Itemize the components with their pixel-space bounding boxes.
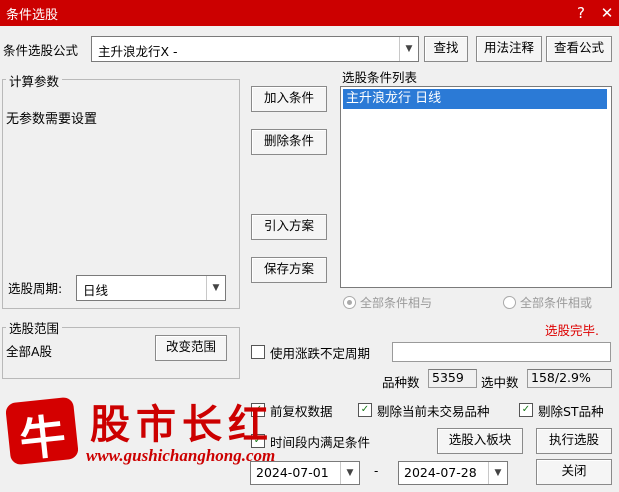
time-range-label: 时间段内满足条件 — [270, 435, 371, 450]
selected-value: 158/2.9% — [527, 369, 612, 388]
window-title: 条件选股 — [6, 8, 59, 23]
usage-button[interactable]: 用法注释 — [476, 36, 542, 62]
close-icon[interactable]: ✕ — [596, 2, 618, 24]
to-block-button[interactable]: 选股入板块 — [437, 428, 523, 454]
period-label: 选股周期: — [8, 281, 63, 296]
radio-and[interactable] — [343, 296, 356, 309]
selected-label: 选中数 — [481, 375, 519, 390]
formula-label: 条件选股公式 — [3, 43, 79, 58]
chevron-down-icon[interactable]: ▼ — [399, 37, 418, 61]
count-value: 5359 — [428, 369, 477, 388]
chevron-down-icon[interactable]: ▼ — [340, 462, 359, 484]
date-separator: - — [374, 464, 379, 478]
chevron-down-icon[interactable]: ▼ — [206, 276, 225, 300]
watermark-url: www.gushichanghong.com — [86, 446, 276, 465]
radio-or-label: 全部条件相或 — [520, 296, 593, 310]
list-item[interactable]: 主升浪龙行 日线 — [343, 89, 607, 109]
period-value: 日线 — [83, 283, 109, 298]
count-label: 品种数 — [382, 375, 420, 390]
exclude-st-checkbox[interactable]: ✓ — [519, 403, 533, 417]
import-plan-button[interactable]: 引入方案 — [251, 214, 327, 240]
radio-and-label: 全部条件相与 — [360, 296, 433, 310]
formula-value: 主升浪龙行X - — [98, 44, 178, 59]
formula-select[interactable]: 主升浪龙行X - ▼ — [91, 36, 419, 62]
view-formula-button[interactable]: 查看公式 — [546, 36, 612, 62]
close-button[interactable]: 关闭 — [536, 459, 612, 485]
title-bar — [0, 0, 619, 26]
status-text: 选股完毕. — [545, 323, 599, 338]
indeterminate-period-label: 使用涨跌不定周期 — [270, 346, 371, 361]
save-plan-button[interactable]: 保存方案 — [251, 257, 327, 283]
scope-group-title: 选股范围 — [6, 318, 63, 337]
help-icon[interactable]: ? — [570, 2, 592, 24]
indeterminate-period-checkbox[interactable] — [251, 345, 265, 359]
watermark-name: 股市长红 — [90, 401, 274, 448]
radio-or[interactable] — [503, 296, 516, 309]
period-input[interactable] — [392, 342, 611, 362]
exclude-untraded-checkbox[interactable]: ✓ — [358, 403, 372, 417]
end-date: 2024-07-28 — [404, 465, 477, 480]
execute-button[interactable]: 执行选股 — [536, 428, 612, 454]
change-scope-button[interactable]: 改变范围 — [155, 335, 227, 361]
logo-badge: 牛 — [4, 396, 80, 467]
condition-list-label: 选股条件列表 — [342, 70, 418, 85]
condition-list[interactable]: 主升浪龙行 日线 — [340, 86, 612, 288]
params-group-title: 计算参数 — [6, 71, 63, 90]
params-text: 无参数需要设置 — [6, 112, 98, 127]
exclude-st-label: 剔除ST品种 — [538, 404, 604, 419]
delete-condition-button[interactable]: 删除条件 — [251, 129, 327, 155]
start-date: 2024-07-01 — [256, 465, 329, 480]
find-button[interactable]: 查找 — [424, 36, 468, 62]
period-select[interactable]: 日线 ▼ — [76, 275, 226, 301]
scope-value: 全部A股 — [6, 344, 53, 359]
exclude-untraded-label: 剔除当前未交易品种 — [377, 404, 490, 419]
add-condition-button[interactable]: 加入条件 — [251, 86, 327, 112]
end-date-picker[interactable]: 2024-07-28 ▼ — [398, 461, 508, 485]
prefix-label: 前复权数据 — [270, 404, 333, 419]
chevron-down-icon[interactable]: ▼ — [488, 462, 507, 484]
logo-char: 牛 — [17, 408, 69, 468]
